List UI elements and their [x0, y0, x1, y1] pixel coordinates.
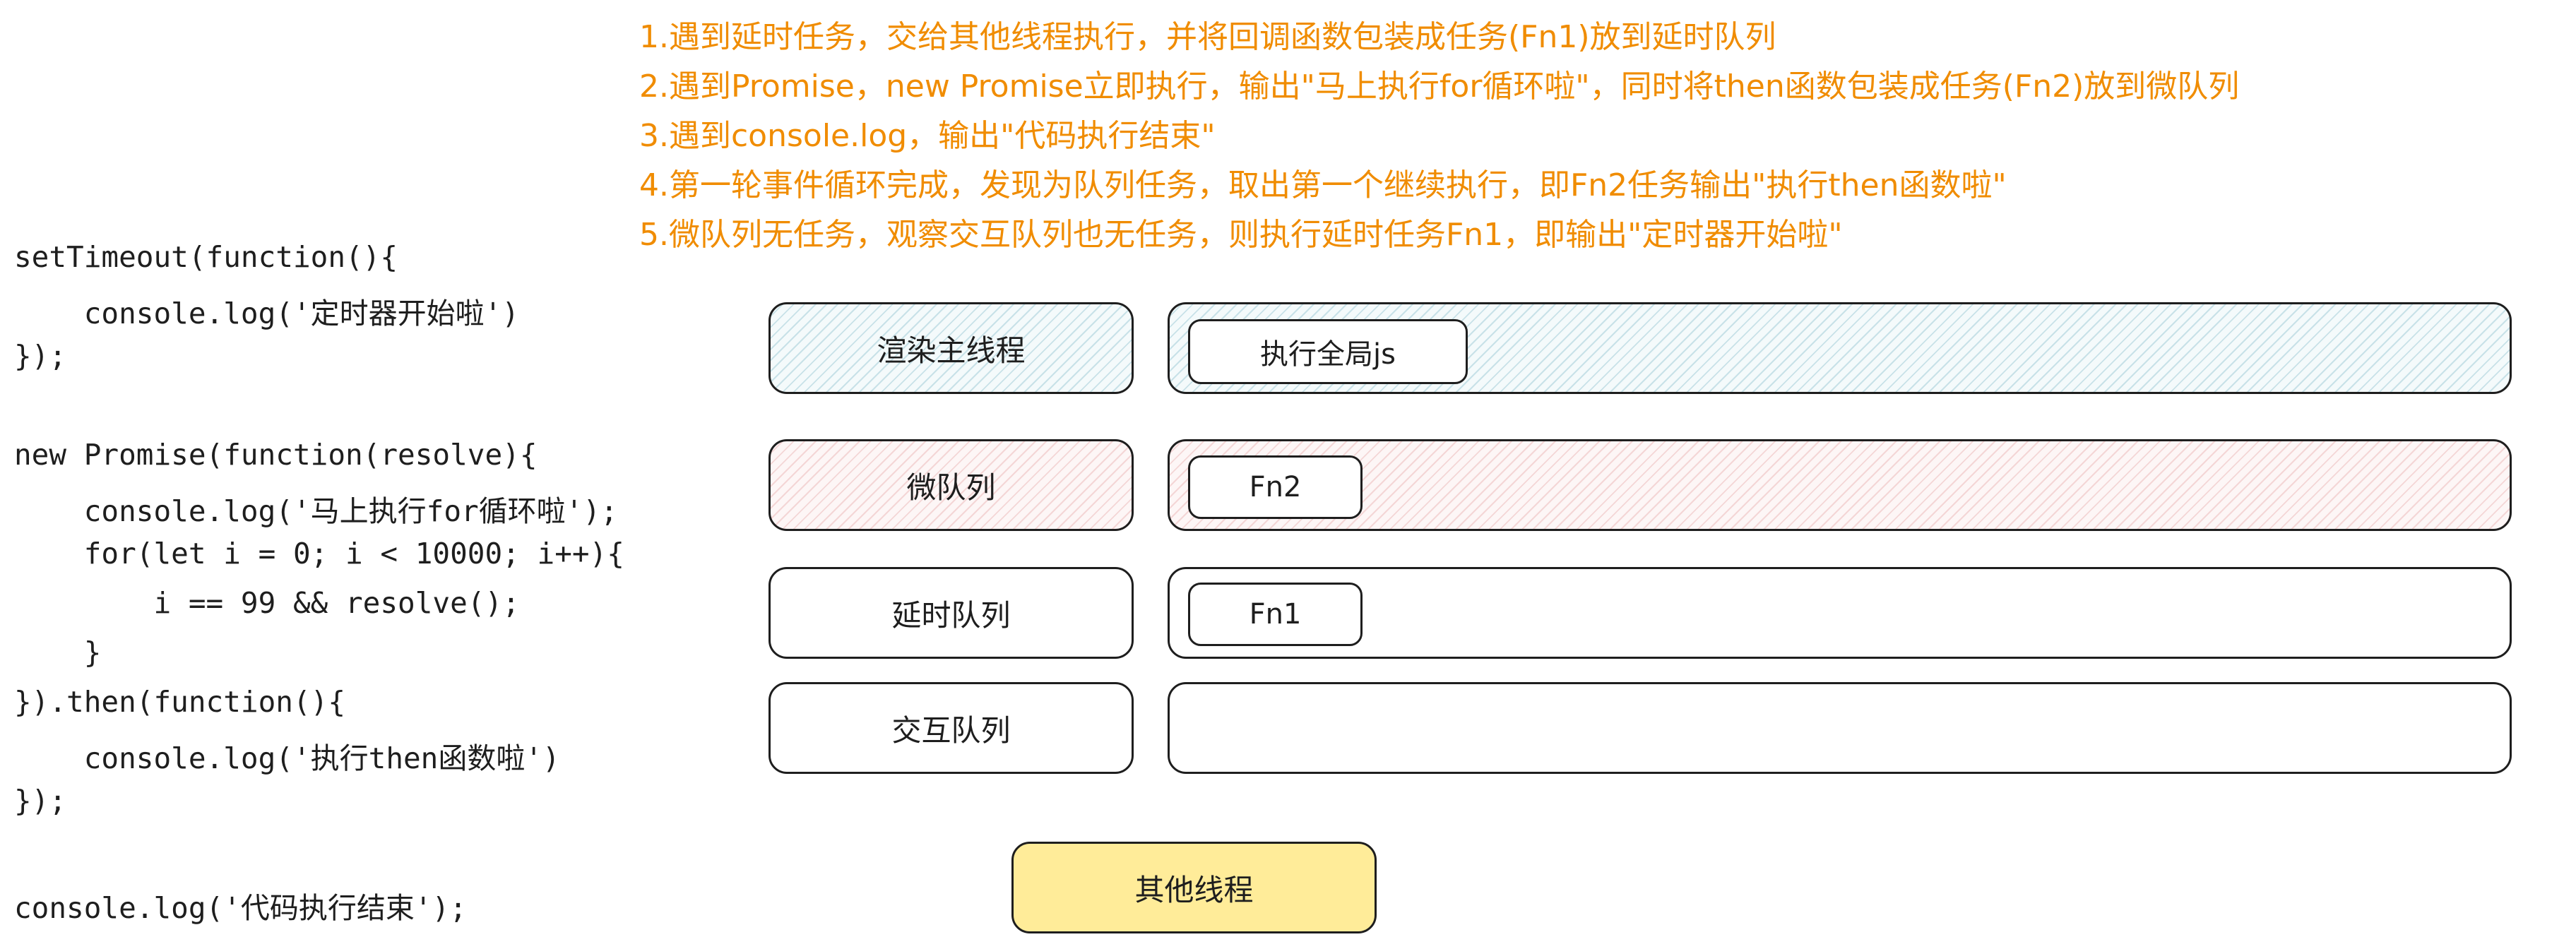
code-line: console.log('定时器开始啦'): [14, 297, 519, 330]
interaction-queue-label: 交互队列: [891, 712, 1011, 748]
micro-queue-label: 微队列: [906, 470, 996, 505]
interaction-queue-label-box: 交互队列: [768, 682, 1134, 774]
code-line: for(let i = 0; i < 10000; i++){: [14, 537, 624, 571]
note-1: 1.遇到延时任务，交给其他线程执行，并将回调函数包装成任务(Fn1)放到延时队列: [639, 19, 1776, 55]
note-4: 4.第一轮事件循环完成，发现为队列任务，取出第一个继续执行，即Fn2任务输出"执…: [639, 167, 2007, 203]
task-fn1-label: Fn1: [1249, 598, 1302, 631]
micro-queue-label-box: 微队列: [768, 439, 1134, 531]
code-line: });: [14, 784, 67, 818]
explanation-notes: 1.遇到延时任务，交给其他线程执行，并将回调函数包装成任务(Fn1)放到延时队列…: [639, 13, 2239, 260]
other-thread-box: 其他线程: [1011, 842, 1377, 933]
delay-queue-label: 延时队列: [891, 597, 1011, 633]
micro-queue-lane: [1168, 439, 2512, 531]
main-thread-label: 渲染主线程: [877, 333, 1026, 368]
code-line: setTimeout(function(){: [14, 240, 398, 274]
task-fn2-label: Fn2: [1249, 471, 1302, 503]
main-thread-label-box: 渲染主线程: [768, 302, 1134, 394]
note-3: 3.遇到console.log，输出"代码执行结束": [639, 118, 1216, 154]
code-line: new Promise(function(resolve){: [14, 438, 538, 472]
code-line: i == 99 && resolve();: [14, 586, 520, 620]
task-global-js-label: 执行全局js: [1260, 338, 1396, 371]
other-thread-label: 其他线程: [1134, 872, 1254, 907]
code-line: console.log('代码执行结束');: [14, 891, 467, 925]
code-line: console.log('马上执行for循环啦');: [14, 494, 618, 528]
code-line: });: [14, 339, 67, 373]
note-2: 2.遇到Promise，new Promise立即执行，输出"马上执行for循环…: [639, 68, 2240, 105]
delay-queue-label-box: 延时队列: [768, 567, 1134, 659]
task-fn1: Fn1: [1188, 583, 1363, 646]
code-line: }: [14, 635, 102, 669]
task-global-js: 执行全局js: [1188, 319, 1468, 384]
delay-queue-lane: [1168, 567, 2512, 659]
interaction-queue-lane: [1168, 682, 2512, 774]
code-line: console.log('执行then函数啦'): [14, 741, 560, 775]
task-fn2: Fn2: [1188, 455, 1363, 519]
note-5: 5.微队列无任务，观察交互队列也无任务，则执行延时任务Fn1，即输出"定时器开始…: [639, 217, 1843, 253]
code-line: }).then(function(){: [14, 685, 345, 719]
